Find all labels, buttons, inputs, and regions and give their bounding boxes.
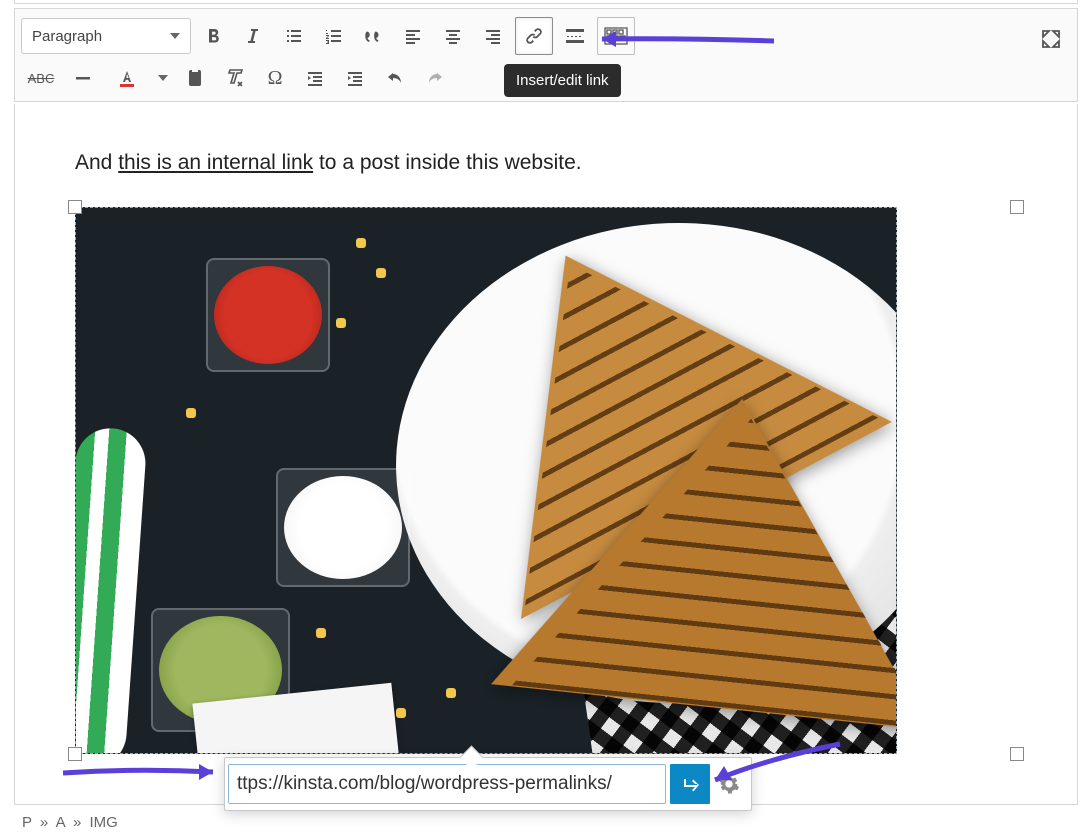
link-apply-button[interactable] [670,764,710,804]
image-decor [376,268,386,278]
resize-handle-bl[interactable] [68,747,82,761]
path-img[interactable]: IMG [89,814,117,831]
image-decor [276,468,410,587]
text-prefix: And [75,151,118,174]
path-separator: » [40,814,48,831]
special-character-button[interactable]: Ω [257,60,293,96]
undo-button[interactable] [377,60,413,96]
path-p[interactable]: P [22,814,32,831]
text-color-caret-button[interactable] [153,60,173,96]
italic-button[interactable] [235,18,271,54]
blockquote-button[interactable] [355,18,391,54]
element-path: P » A » IMG [22,814,118,831]
image-block[interactable] [75,207,1017,754]
inserted-image[interactable] [75,207,897,754]
toolbar-row-1: Paragraph [21,15,1071,57]
read-more-button[interactable] [557,18,593,54]
resize-handle-tr[interactable] [1010,200,1024,214]
indent-button[interactable] [337,60,373,96]
image-decor [316,628,326,638]
caret-down-icon [170,33,180,39]
caret-down-icon [158,75,168,81]
ordered-list-button[interactable] [315,18,351,54]
unordered-list-button[interactable] [275,18,311,54]
redo-button[interactable] [417,60,453,96]
link-button[interactable] [515,17,553,55]
clear-formatting-button[interactable] [217,60,253,96]
horizontal-rule-button[interactable] [65,60,101,96]
text-suffix: to a post inside this website. [313,151,581,174]
format-dropdown[interactable]: Paragraph [21,18,191,54]
distraction-free-button[interactable] [1036,24,1066,54]
image-decor [356,238,366,248]
link-tooltip: Insert/edit link [504,64,621,97]
resize-handle-tl[interactable] [68,200,82,214]
image-decor [186,408,196,418]
strikethrough-button[interactable]: ABC [21,60,61,96]
text-color-button[interactable] [105,60,149,96]
outdent-button[interactable] [297,60,333,96]
image-decor [336,318,346,328]
format-dropdown-label: Paragraph [32,28,102,45]
path-separator: » [73,814,81,831]
align-left-button[interactable] [395,18,431,54]
editor-content[interactable]: And this is an internal link to a post i… [14,104,1078,805]
resize-handle-br[interactable] [1010,747,1024,761]
toolbar-toggle-button[interactable] [597,17,635,55]
path-a[interactable]: A [56,814,65,831]
align-right-button[interactable] [475,18,511,54]
editor-frame: Paragraph ABC Ω [0,0,1092,837]
image-decor [75,426,148,754]
internal-link[interactable]: this is an internal link [118,151,313,174]
panel-top-edge [14,0,1078,4]
link-inline-toolbar [224,757,752,811]
align-center-button[interactable] [435,18,471,54]
paste-text-button[interactable] [177,60,213,96]
image-decor [446,688,456,698]
bold-button[interactable] [195,18,231,54]
link-settings-button[interactable] [710,764,748,804]
image-decor [206,258,330,372]
link-url-input[interactable] [228,764,666,804]
image-decor [396,708,406,718]
paragraph[interactable]: And this is an internal link to a post i… [75,151,1017,175]
